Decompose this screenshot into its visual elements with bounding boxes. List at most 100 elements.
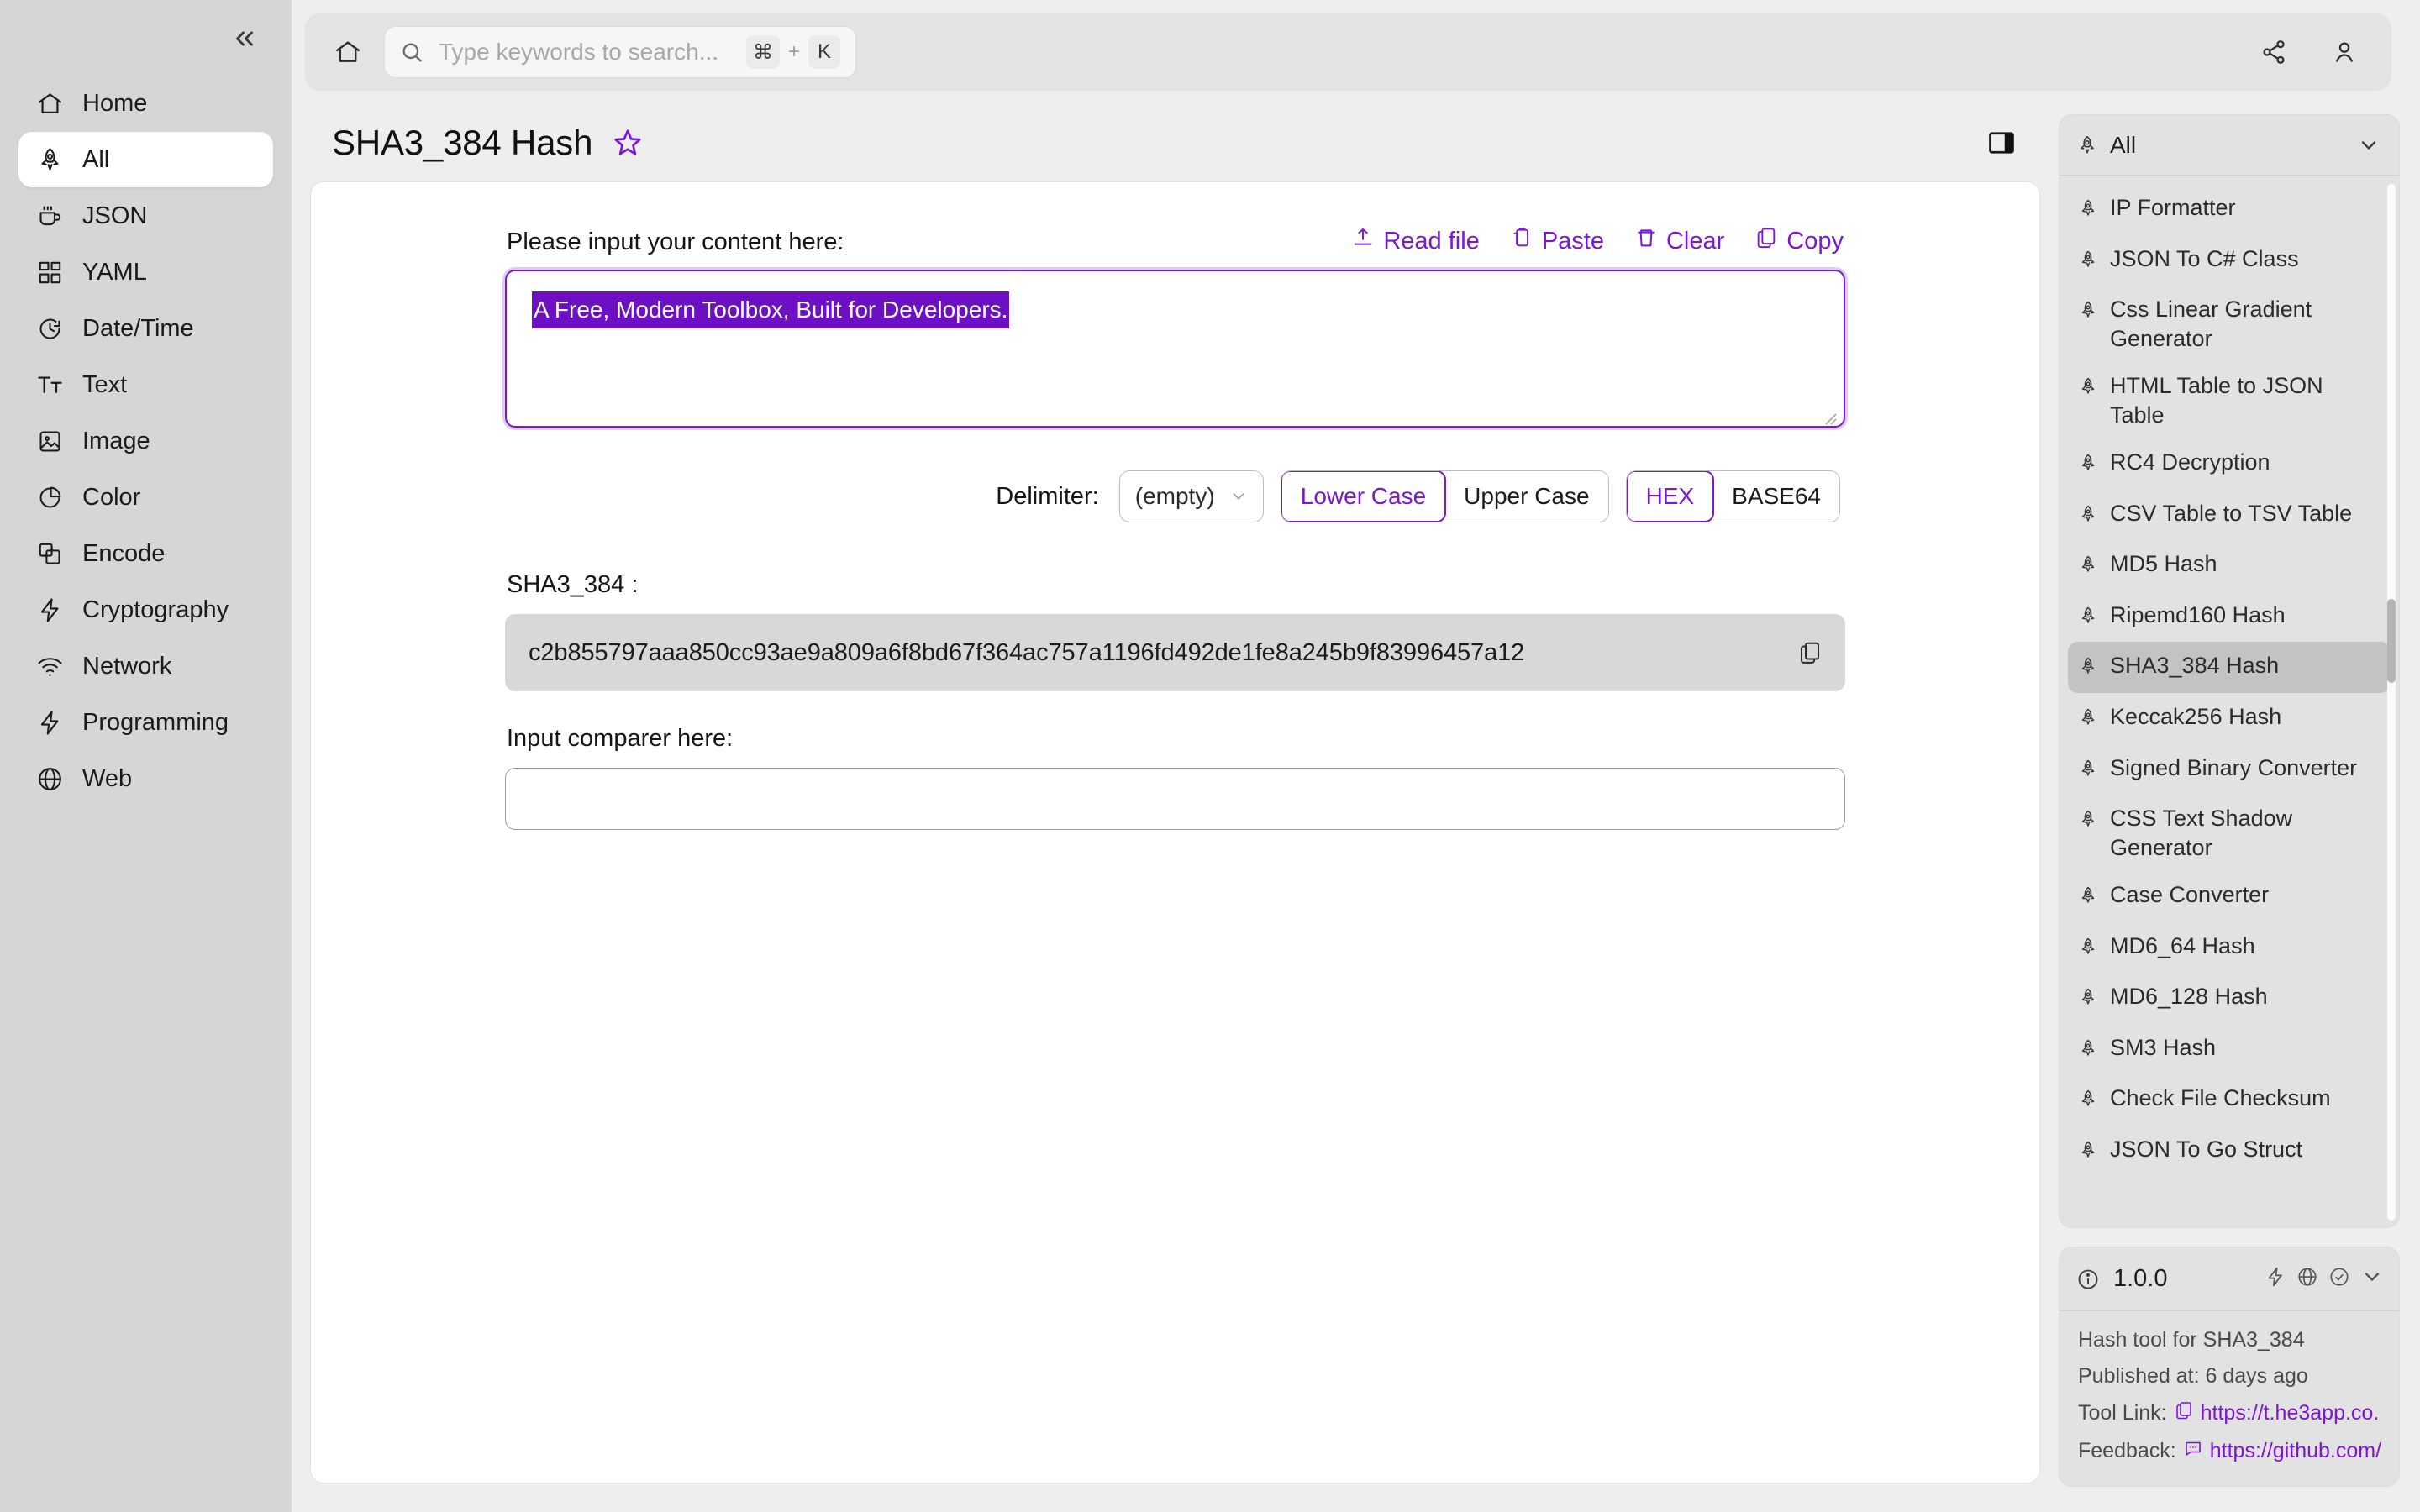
sidebar-item-json[interactable]: JSON xyxy=(18,188,273,244)
cup-icon xyxy=(35,202,64,230)
tool-card: Please input your content here: Read fil… xyxy=(310,181,2040,1483)
chevron-down-icon[interactable] xyxy=(2357,134,2381,157)
sidebar-item-web[interactable]: Web xyxy=(18,751,273,806)
tool-inner: Please input your content here: Read fil… xyxy=(502,226,1848,830)
input-label: Please input your content here: xyxy=(507,228,844,255)
sidebar-item-cryptography[interactable]: Cryptography xyxy=(18,582,273,638)
sidebar-nav: Home All JSON YAML Date/Time Text Image Color En… xyxy=(0,69,292,807)
chevron-down-icon xyxy=(1229,487,1248,506)
search-box[interactable]: ⌘ + K xyxy=(384,26,856,78)
share-button[interactable] xyxy=(2254,32,2294,72)
home-button[interactable] xyxy=(327,31,369,73)
tool-list-item[interactable]: SM3 Hash xyxy=(2068,1024,2391,1075)
encoding-option-hex[interactable]: HEX xyxy=(1626,471,1715,522)
tool-list-item[interactable]: CSV Table to TSV Table xyxy=(2068,490,2391,541)
tool-list-item-label: Case Converter xyxy=(2110,882,2270,908)
encoding-option-base64[interactable]: BASE64 xyxy=(1713,471,1839,522)
tool-list-item[interactable]: MD6_64 Hash xyxy=(2068,922,2391,974)
copy-icon xyxy=(2174,1400,2194,1426)
tool-action-label: Clear xyxy=(1665,227,1725,255)
paste-button[interactable]: Paste xyxy=(1510,226,1604,256)
tool-list-item[interactable]: MD5 Hash xyxy=(2068,540,2391,591)
collapse-sidebar-button[interactable] xyxy=(224,18,265,59)
app-root: Home All JSON YAML Date/Time Text Image Color En… xyxy=(0,0,2420,1512)
tool-body: Please input your content here: Read fil… xyxy=(311,182,2039,830)
bolt-icon[interactable] xyxy=(2265,1266,2286,1292)
sidebar-item-text[interactable]: Text xyxy=(18,357,273,412)
feedback-link[interactable]: https://github.com/... xyxy=(2183,1438,2381,1464)
tool-action-label: Paste xyxy=(1541,227,1604,255)
sidebar-item-image[interactable]: Image xyxy=(18,413,273,469)
sidebar-collapse-row xyxy=(0,8,292,69)
comparer-label: Input comparer here: xyxy=(507,725,734,752)
copy-output-button[interactable] xyxy=(1793,636,1827,669)
tool-list-item-label: Check File Checksum xyxy=(2110,1085,2331,1111)
tool-list-item-label: MD6_64 Hash xyxy=(2110,932,2255,958)
account-button[interactable] xyxy=(2324,32,2365,72)
tool-list-item[interactable]: JSON To C# Class xyxy=(2068,235,2391,286)
sidebar-item-network[interactable]: Network xyxy=(18,638,273,694)
input-label-row: Please input your content here: Read fil… xyxy=(505,226,1845,270)
tool-list-item-label: Signed Binary Converter xyxy=(2110,754,2358,780)
tool-list-item[interactable]: Case Converter xyxy=(2068,871,2391,922)
bolt-icon xyxy=(35,708,64,737)
sidebar-item-yaml[interactable]: YAML xyxy=(18,244,273,300)
rocket-icon xyxy=(2078,248,2098,277)
paste-icon xyxy=(1510,226,1534,256)
globe-icon[interactable] xyxy=(2296,1266,2318,1292)
case-option-lower-case[interactable]: Lower Case xyxy=(1281,471,1447,522)
content-input[interactable] xyxy=(502,267,1848,430)
tool-published: Published at: 6 days ago xyxy=(2078,1364,2308,1388)
rocket-icon xyxy=(2078,197,2098,226)
chevron-down-icon[interactable] xyxy=(2360,1265,2384,1293)
output-label: SHA3_384 : xyxy=(507,571,639,598)
copy-icon xyxy=(1754,226,1778,256)
sidebar-item-programming[interactable]: Programming xyxy=(18,695,273,750)
tool-list-item[interactable]: SHA3_384 Hash xyxy=(2068,642,2391,694)
tool-list-item[interactable]: Signed Binary Converter xyxy=(2068,744,2391,795)
tool-list-header[interactable]: All xyxy=(2060,115,2399,176)
tool-list-item[interactable]: CSS Text Shadow Generator xyxy=(2068,795,2391,871)
tool-list-item[interactable]: Css Linear Gradient Generator xyxy=(2068,286,2391,362)
tool-list-item[interactable]: MD6_128 Hash xyxy=(2068,973,2391,1024)
tool-list-item[interactable]: Ripemd160 Hash xyxy=(2068,591,2391,643)
search-input[interactable] xyxy=(437,38,733,66)
tool-list-scrollbar[interactable] xyxy=(2387,184,2396,1221)
delimiter-select[interactable]: (empty) xyxy=(1118,470,1264,522)
tool-list-item[interactable]: Check File Checksum xyxy=(2068,1074,2391,1126)
check-circle-icon[interactable] xyxy=(2328,1266,2350,1292)
rocket-icon xyxy=(2078,985,2098,1015)
tool-list-item[interactable]: JSON To Go Struct xyxy=(2068,1126,2391,1177)
tool-list-item-label: HTML Table to JSON Table xyxy=(2110,373,2323,428)
trash-icon xyxy=(1634,226,1658,256)
tool-list-item-label: SHA3_384 Hash xyxy=(2110,653,2280,679)
copy-button[interactable]: Copy xyxy=(1754,226,1844,256)
tool-list-item-label: RC4 Decryption xyxy=(2110,449,2270,475)
page-header: SHA3_384 Hash xyxy=(310,104,2040,181)
comparer-input[interactable] xyxy=(505,768,1845,830)
tool-list-item[interactable]: IP Formatter xyxy=(2068,184,2391,235)
sidebar-item-home[interactable]: Home xyxy=(18,76,273,131)
tool-description: Hash tool for SHA3_384 xyxy=(2078,1328,2305,1352)
sidebar-item-encode[interactable]: Encode xyxy=(18,526,273,581)
case-option-upper-case[interactable]: Upper Case xyxy=(1445,471,1608,522)
sidebar-item-all[interactable]: All xyxy=(18,132,273,187)
favorite-star-button[interactable] xyxy=(609,124,646,161)
sidebar-item-date-time[interactable]: Date/Time xyxy=(18,301,273,356)
search-shortcut: ⌘ + K xyxy=(745,35,840,69)
tool-list-item-label: CSS Text Shadow Generator xyxy=(2110,806,2293,860)
sidebar-item-color[interactable]: Color xyxy=(18,470,273,525)
right-panel: All IP Formatter JSON To C# Class Css Line… xyxy=(2059,104,2420,1512)
tool-list-item[interactable]: RC4 Decryption xyxy=(2068,438,2391,490)
toggle-right-panel-button[interactable] xyxy=(1980,121,2023,165)
sidebar-item-label: Encode xyxy=(82,539,166,567)
rocket-icon xyxy=(2078,553,2098,582)
tool-list-item[interactable]: Keccak256 Hash xyxy=(2068,693,2391,744)
rocket-icon xyxy=(2078,807,2098,837)
read-file-button[interactable]: Read file xyxy=(1351,226,1480,256)
tool-list-scroll-thumb[interactable] xyxy=(2387,598,2396,683)
feedback-label: Feedback: xyxy=(2078,1439,2176,1462)
clear-button[interactable]: Clear xyxy=(1634,226,1724,256)
tool-list-item[interactable]: HTML Table to JSON Table xyxy=(2068,362,2391,438)
tool-link[interactable]: https://t.he3app.co... xyxy=(2174,1400,2381,1426)
